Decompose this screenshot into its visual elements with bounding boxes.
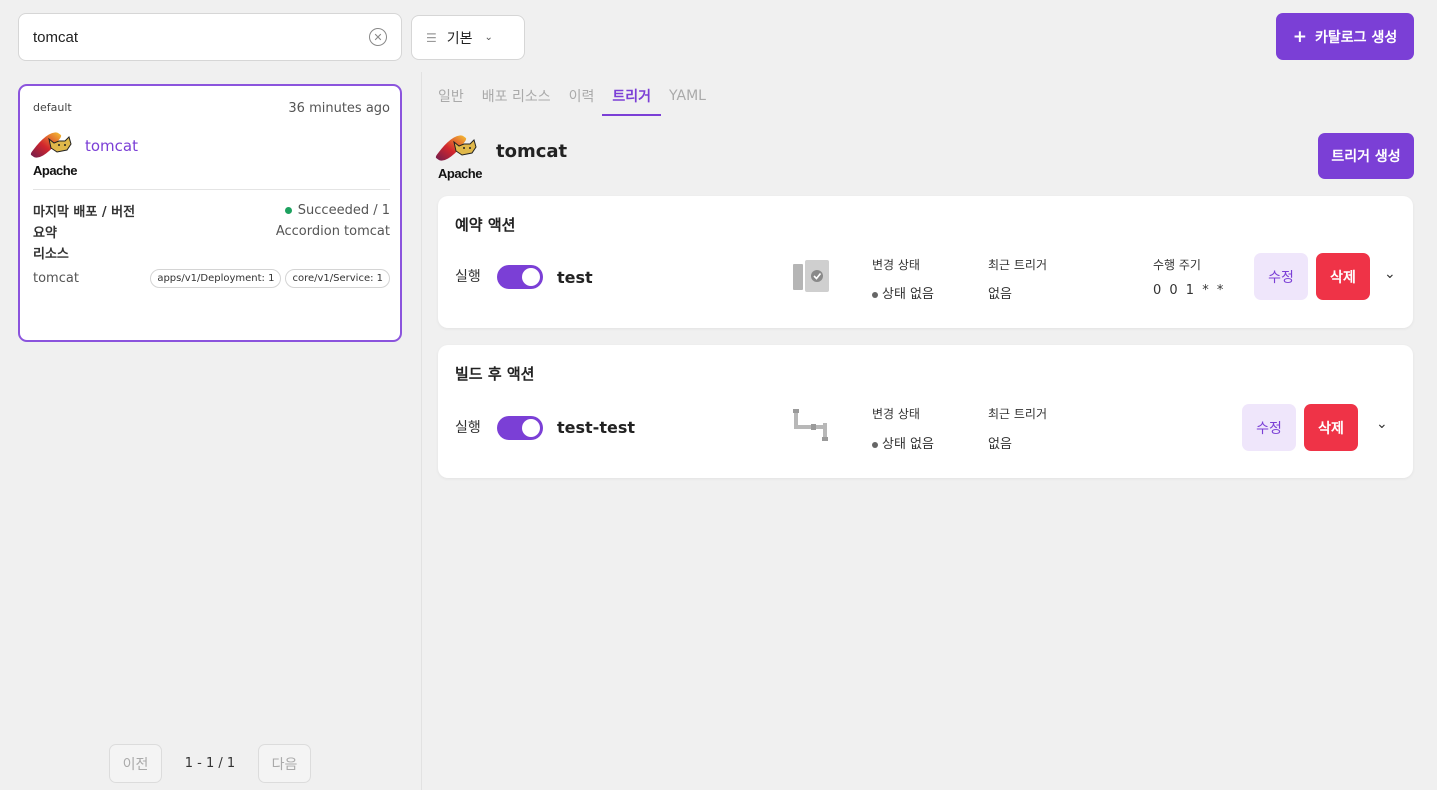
catalog-namespace: default: [33, 101, 72, 114]
trigger-name: test: [557, 268, 593, 287]
tab-yaml[interactable]: YAML: [669, 76, 706, 116]
tab-history[interactable]: 이력: [569, 76, 595, 116]
deploy-status-text: Succeeded / 1: [297, 203, 390, 218]
cycle-value: 0 0 1 * *: [1153, 283, 1226, 298]
detail-tabs: 일반 배포 리소스 이력 트리거 YAML: [438, 76, 706, 116]
app-name: tomcat: [496, 140, 568, 162]
delete-button[interactable]: 삭제: [1304, 404, 1358, 451]
schedule-icon: [793, 260, 829, 292]
search-input[interactable]: [33, 28, 369, 46]
change-status-label: 변경 상태: [872, 258, 920, 272]
summary-value: Accordion tomcat: [275, 224, 390, 239]
search-box[interactable]: ✕: [18, 13, 402, 61]
create-catalog-label: 카탈로그 생성: [1315, 29, 1398, 46]
catalog-card[interactable]: default 36 minutes ago Apache tomcat 마지막…: [18, 84, 402, 342]
resource-name: tomcat: [33, 271, 79, 286]
create-catalog-button[interactable]: + 카탈로그 생성: [1276, 13, 1414, 60]
trigger-name: test-test: [557, 418, 635, 437]
deploy-status: Succeeded / 1: [284, 203, 390, 218]
panel-divider: [421, 72, 422, 790]
apache-logo-text: Apache: [33, 163, 77, 178]
app-header: Apache tomcat: [435, 130, 568, 181]
tab-deploy-resources[interactable]: 배포 리소스: [482, 76, 551, 116]
filter-dropdown[interactable]: ☰ 기본 ⌄: [411, 15, 525, 60]
top-bar: ✕ ☰ 기본 ⌄ + 카탈로그 생성: [0, 0, 1437, 72]
change-status-text: 상태 없음: [882, 287, 934, 302]
status-dot-icon: [872, 291, 878, 298]
recent-trigger-label: 최근 트리거: [988, 258, 1048, 272]
exec-toggle[interactable]: [497, 265, 543, 289]
deploy-key: 마지막 배포 / 버전: [33, 205, 136, 220]
filter-label: 기본: [446, 30, 473, 47]
delete-button[interactable]: 삭제: [1316, 253, 1370, 300]
sliders-icon: ☰: [426, 30, 437, 45]
resource-chip: apps/v1/Deployment: 1: [150, 269, 282, 288]
divider: [33, 189, 390, 190]
tab-trigger[interactable]: 트리거: [602, 76, 661, 116]
cycle-label: 수행 주기: [1153, 258, 1201, 272]
apache-logo-text: Apache: [438, 166, 482, 181]
apache-logo: Apache: [30, 127, 81, 178]
trigger-title: 예약 액션: [455, 216, 516, 234]
summary-key: 요약: [33, 226, 57, 241]
catalog-name: tomcat: [85, 137, 138, 155]
chevron-down-icon[interactable]: ⌄: [1384, 266, 1396, 282]
resource-key: 리소스: [33, 247, 69, 262]
apache-logo: Apache: [435, 130, 486, 181]
prev-page-button[interactable]: 이전: [109, 744, 162, 783]
pagination: 이전 1 - 1 / 1 다음: [109, 744, 311, 783]
exec-label: 실행: [455, 420, 481, 436]
pipe-hook-icon: [793, 409, 828, 441]
status-dot-icon: [284, 207, 292, 214]
next-page-button[interactable]: 다음: [258, 744, 311, 783]
trigger-title: 빌드 후 액션: [455, 365, 535, 383]
change-status-value: 상태 없음: [872, 283, 934, 302]
trigger-card: 예약 액션 실행 test 변경 상태 상태 없음 최근 트리거 없음 수행 주…: [438, 196, 1413, 328]
change-status-text: 상태 없음: [882, 437, 934, 452]
exec-label: 실행: [455, 269, 481, 285]
clear-search-icon[interactable]: ✕: [369, 28, 387, 46]
status-dot-icon: [872, 441, 878, 448]
page-info: 1 - 1 / 1: [184, 756, 236, 771]
plus-icon: +: [1292, 26, 1308, 47]
change-status-label: 변경 상태: [872, 407, 920, 421]
recent-trigger-label: 최근 트리거: [988, 407, 1048, 421]
create-trigger-button[interactable]: 트리거 생성: [1318, 133, 1414, 179]
recent-trigger-value: 없음: [988, 287, 1012, 302]
chevron-down-icon[interactable]: ⌄: [1376, 416, 1388, 432]
change-status-value: 상태 없음: [872, 433, 934, 452]
edit-button[interactable]: 수정: [1254, 253, 1308, 300]
recent-trigger-value: 없음: [988, 437, 1012, 452]
catalog-time: 36 minutes ago: [288, 101, 390, 116]
exec-toggle[interactable]: [497, 416, 543, 440]
chevron-down-icon: ⌄: [484, 32, 493, 43]
trigger-card: 빌드 후 액션 실행 test-test 변경 상태 상태 없음 최근 트리거 …: [438, 345, 1413, 478]
edit-button[interactable]: 수정: [1242, 404, 1296, 451]
tab-general[interactable]: 일반: [438, 76, 464, 116]
resource-chip: core/v1/Service: 1: [285, 269, 390, 288]
